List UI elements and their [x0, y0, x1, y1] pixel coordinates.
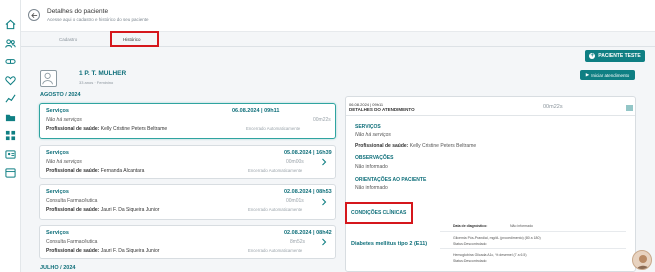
menu-icon[interactable] [626, 105, 633, 111]
folder-icon[interactable] [5, 112, 16, 123]
detail-prof-name: Kelly Cristine Peters Beltrame [409, 143, 477, 149]
divider [346, 115, 635, 116]
history-card[interactable]: Serviços 05.08.2024 | 16h39 Não há servi… [39, 145, 336, 179]
card-description: Consulta Farmacêutica [46, 239, 98, 245]
card-service-label: Serviços [46, 108, 69, 114]
assistant-avatar[interactable] [632, 250, 652, 270]
users-icon[interactable] [5, 38, 16, 49]
chevron-right-icon[interactable] [320, 198, 328, 206]
patient-name: 1 P. T. MULHER [79, 70, 127, 77]
month-heading: JULHO / 2024 [40, 265, 76, 271]
detail-observations-label: OBSERVAÇÕES [355, 155, 394, 161]
card-description: Consulta Farmacêutica [46, 198, 98, 204]
divider [440, 231, 626, 232]
card-service-label: Serviços [46, 189, 69, 195]
patient-button-label: PACIENTE TESTE [598, 53, 641, 59]
card-prof-name: Kelly Cristine Peters Beltrame [100, 126, 168, 132]
card-professional: Profissional de saúde: Kelly Cristine Pe… [46, 126, 167, 132]
calendar-icon[interactable] [5, 167, 16, 178]
card-datetime: 06.08.2024 | 09h11 [232, 108, 280, 114]
card-datetime: 05.08.2024 | 16h39 [284, 150, 332, 156]
exam-hemoglobina-status: Status:Descontrolado [453, 259, 487, 263]
card-prof-name: Jauri F. Da Siqueira Junior [100, 248, 160, 254]
detail-heading: DETALHES DO ATENDIMENTO [349, 107, 415, 112]
patient-avatar [40, 70, 57, 87]
highlight-box-conditions [345, 202, 413, 224]
attendance-detail-panel: 06.08.2024 | 09h11 DETALHES DO ATENDIMEN… [345, 96, 636, 272]
card-service-label: Serviços [46, 150, 69, 156]
card-description: Não há serviços [46, 117, 82, 123]
card-prof-name: Fernanda Alcantara [100, 168, 145, 174]
card-prof-label: Profissional de saúde: [46, 207, 100, 213]
card-prof-label: Profissional de saúde: [46, 126, 100, 132]
sidebar [0, 0, 21, 272]
card-professional: Profissional de saúde: Jauri F. Da Sique… [46, 207, 159, 213]
card-status: Encerrado Automaticamente [248, 168, 303, 173]
history-card[interactable]: Serviços 02.08.2024 | 08h42 Consulta Far… [39, 225, 336, 259]
exam-glicemia-status: Status:Descontrolado [453, 242, 487, 246]
detail-prof-label: Profissional de saúde: [355, 143, 409, 149]
card-description: Não há serviços [46, 159, 82, 165]
tab-cadastro[interactable]: Cadastro [59, 37, 77, 42]
card-status: Encerrado Automaticamente [248, 248, 303, 253]
card-professional: Profissional de saúde: Fernanda Alcantar… [46, 168, 144, 174]
card-duration: 8m52s [290, 239, 306, 245]
card-duration: 00m22s [313, 117, 331, 123]
person-icon [42, 72, 53, 85]
divider [440, 248, 626, 249]
card-prof-name: Jauri F. Da Siqueira Junior [100, 207, 160, 213]
card-prof-label: Profissional de saúde: [46, 168, 100, 174]
condition-name: Diabetes mellitus tipo 2 (E11) [351, 241, 428, 247]
diagnosis-date-label: Data de diagnóstico: [453, 224, 488, 228]
chevron-right-icon[interactable] [320, 158, 328, 166]
detail-duration: 00m22s [543, 104, 563, 110]
person-icon [636, 255, 650, 269]
heart-icon[interactable] [5, 75, 16, 86]
card-duration: 00m00s [286, 159, 304, 165]
card-status: Encerrado Automaticamente [246, 126, 301, 131]
card-service-label: Serviços [46, 230, 69, 236]
start-attendance-label: Iniciar atendimento [591, 72, 630, 78]
card-professional: Profissional de saúde: Jauri F. Da Sique… [46, 248, 159, 254]
plus-icon: + [589, 53, 596, 59]
patient-button[interactable]: + PACIENTE TESTE [585, 50, 645, 62]
arrow-left-icon [31, 13, 38, 18]
grid-icon[interactable] [5, 130, 16, 141]
chart-icon[interactable] [5, 93, 16, 104]
exam-hemoglobina: Hemoglobina Glicada A1c, % desemel (7 a … [453, 253, 527, 257]
month-heading: AGOSTO / 2024 [40, 92, 81, 98]
page-subtitle: Acesse aqui o cadastro e histórico do se… [47, 17, 149, 22]
detail-services-value: Não há serviços [355, 132, 391, 138]
back-button[interactable] [28, 9, 40, 21]
home-icon[interactable] [5, 19, 16, 30]
detail-services-label: SERVIÇOS [355, 124, 381, 130]
exam-glicemia: Glicemia Pós-Prandial, mg/dL (procedimen… [453, 236, 541, 240]
detail-professional: Profissional de saúde: Kelly Cristine Pe… [355, 143, 476, 149]
card-datetime: 02.08.2024 | 08h42 [284, 230, 332, 236]
history-card[interactable]: Serviços 02.08.2024 | 08h53 Consulta Far… [39, 184, 336, 220]
page-title: Detalhes do paciente [47, 8, 109, 15]
card-datetime: 02.08.2024 | 08h53 [284, 189, 332, 195]
chevron-right-icon[interactable] [320, 238, 328, 246]
history-card[interactable]: Serviços 06.08.2024 | 09h11 Não há servi… [39, 103, 336, 139]
id-card-icon[interactable] [5, 149, 16, 160]
detail-observations-value: Não informado [355, 164, 388, 170]
detail-orientations-value: Não informado [355, 185, 388, 191]
play-icon: ▶ [585, 72, 590, 77]
diagnosis-date-value: Não informado [510, 224, 533, 228]
card-prof-label: Profissional de saúde: [46, 248, 100, 254]
card-status: Encerrado Automaticamente [248, 207, 303, 212]
patient-meta: 33 anos · Feminino [79, 80, 114, 85]
detail-orientations-label: ORIENTAÇÕES AO PACIENTE [355, 177, 427, 183]
highlight-box-tab [110, 31, 159, 47]
start-attendance-button[interactable]: ▶ Iniciar atendimento [580, 70, 635, 80]
page-header: Detalhes do paciente Acesse aqui o cadas… [21, 0, 655, 32]
pill-icon[interactable] [5, 56, 16, 67]
card-duration: 00m01s [286, 198, 304, 204]
